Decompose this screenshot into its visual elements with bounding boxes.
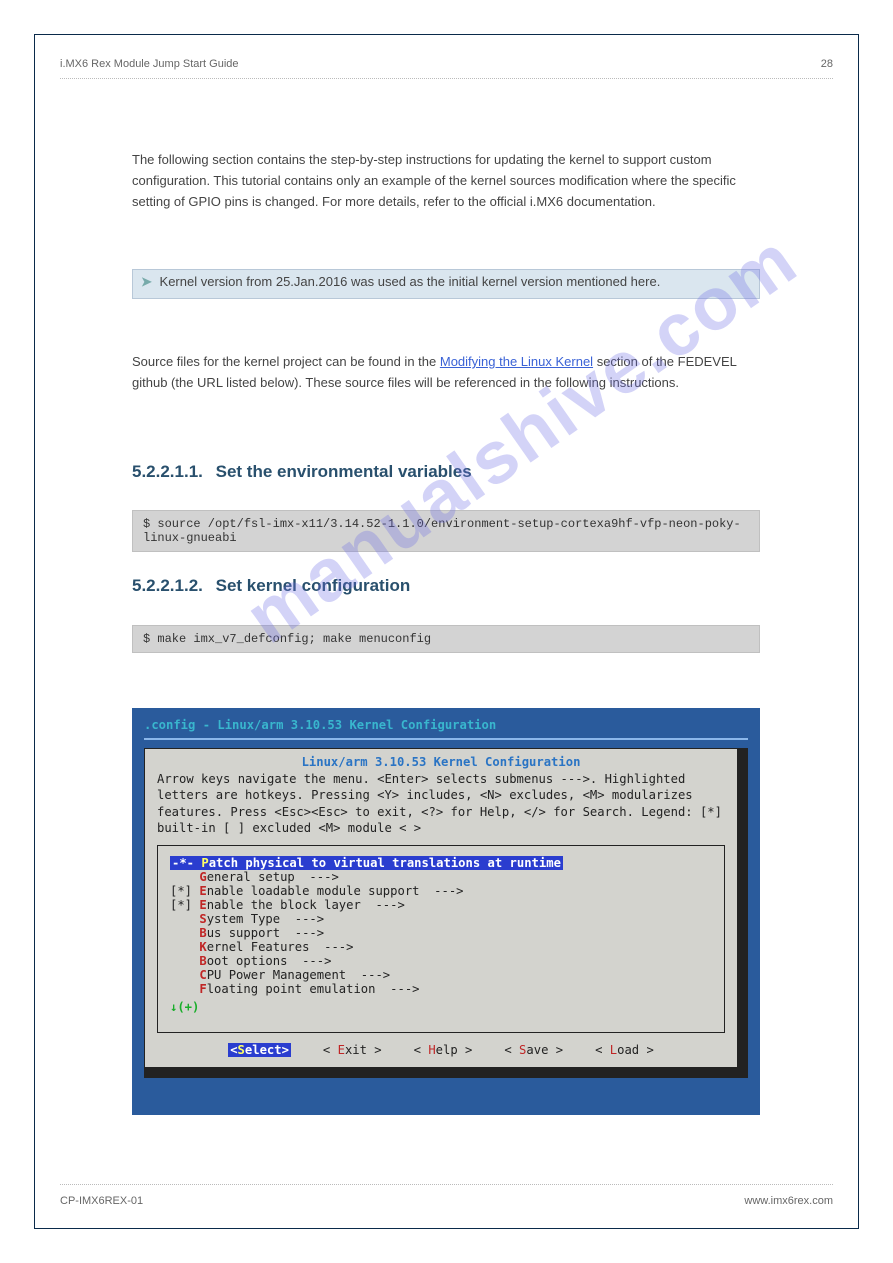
- scroll-more-icon: ↓(+): [170, 1000, 712, 1014]
- footer-docnum: CP-IMX6REX-01: [60, 1195, 143, 1207]
- footer-url: www.imx6rex.com: [744, 1195, 833, 1207]
- menu-item[interactable]: CPU Power Management --->: [170, 968, 712, 982]
- header-title: i.MX6 Rex Module Jump Start Guide: [60, 58, 239, 70]
- dialog-button-oad[interactable]: < Load >: [595, 1043, 654, 1057]
- command-box-env: $ source /opt/fsl-imx-x11/3.14.52-1.1.0/…: [132, 510, 760, 552]
- menu-item[interactable]: [*] Enable the block layer --->: [170, 898, 712, 912]
- command-box-kconfig: $ make imx_v7_defconfig; make menuconfig: [132, 625, 760, 653]
- menu-item[interactable]: System Type --->: [170, 912, 712, 926]
- section-heading-kconfig: 5.2.2.1.2. Set kernel configuration: [132, 576, 410, 596]
- menu-item[interactable]: Bus support --->: [170, 926, 712, 940]
- dialog-subtitle: Linux/arm 3.10.53 Kernel Configuration: [155, 755, 727, 769]
- source-paragraph: Source files for the kernel project can …: [132, 352, 760, 394]
- terminal-screenshot: .config - Linux/arm 3.10.53 Kernel Confi…: [132, 708, 760, 1115]
- menuconfig-dialog: Linux/arm 3.10.53 Kernel Configuration A…: [144, 748, 738, 1068]
- footer-divider: [60, 1184, 833, 1185]
- dialog-button-row: <Select> < Exit > < Help > < Save > < Load >: [155, 1043, 727, 1057]
- intro-paragraph: The following section contains the step-…: [132, 150, 760, 212]
- note-text: Kernel version from 25.Jan.2016 was used…: [160, 274, 661, 289]
- source-link[interactable]: Modifying the Linux Kernel: [440, 354, 593, 369]
- header-page-number: 28: [821, 58, 833, 70]
- dialog-button-elp[interactable]: < Help >: [414, 1043, 473, 1057]
- menu-item[interactable]: Floating point emulation --->: [170, 982, 712, 996]
- section-title: Set the environmental variables: [216, 462, 472, 481]
- menu-item[interactable]: General setup --->: [170, 870, 712, 884]
- dialog-shadow: Linux/arm 3.10.53 Kernel Configuration A…: [144, 748, 748, 1078]
- note-box: ➤ Kernel version from 25.Jan.2016 was us…: [132, 269, 760, 299]
- menu-item[interactable]: [*] Enable loadable module support --->: [170, 884, 712, 898]
- section-title: Set kernel configuration: [216, 576, 411, 595]
- menu-list-box: -*- Patch physical to virtual translatio…: [157, 845, 725, 1033]
- header-divider: [60, 78, 833, 79]
- note-arrow-icon: ➤: [141, 274, 152, 289]
- terminal-divider: [144, 738, 748, 740]
- dialog-button-elect[interactable]: <Select>: [228, 1043, 291, 1057]
- terminal-window-title: .config - Linux/arm 3.10.53 Kernel Confi…: [144, 718, 748, 732]
- dialog-button-xit[interactable]: < Exit >: [323, 1043, 382, 1057]
- dialog-help-text: Arrow keys navigate the menu. <Enter> se…: [157, 771, 725, 837]
- menu-item[interactable]: Boot options --->: [170, 954, 712, 968]
- source-pre: Source files for the kernel project can …: [132, 354, 440, 369]
- menu-item[interactable]: -*- Patch physical to virtual translatio…: [170, 856, 712, 870]
- dialog-button-ave[interactable]: < Save >: [504, 1043, 563, 1057]
- section-number: 5.2.2.1.1.: [132, 462, 203, 481]
- section-number: 5.2.2.1.2.: [132, 576, 203, 595]
- menu-item[interactable]: Kernel Features --->: [170, 940, 712, 954]
- section-heading-env: 5.2.2.1.1. Set the environmental variabl…: [132, 462, 472, 482]
